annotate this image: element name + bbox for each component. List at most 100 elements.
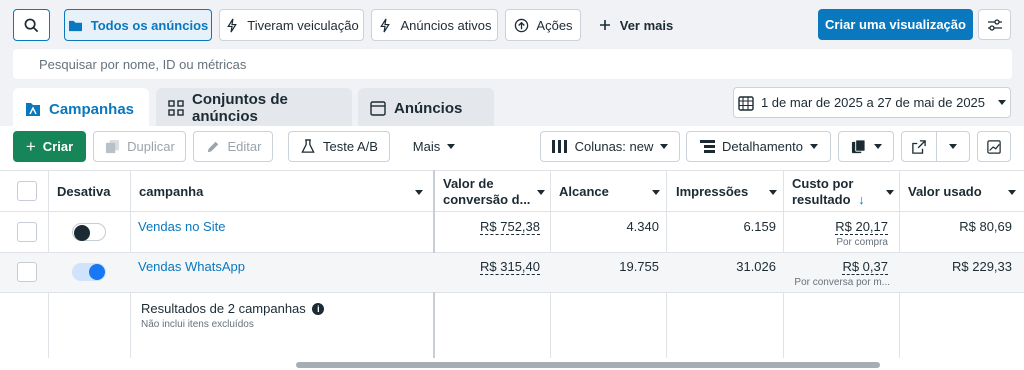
settings-sliders-button[interactable]: [978, 9, 1011, 40]
cell-impressoes: 6.159: [743, 219, 776, 234]
filter-todos-anuncios[interactable]: Todos os anúncios: [64, 9, 212, 41]
columns-icon: [552, 139, 568, 155]
sort-caret-icon: [652, 190, 660, 195]
cell-valor-conversao: R$ 315,40: [480, 259, 540, 275]
ver-mais-label: Ver mais: [619, 17, 674, 33]
cell-alcance: 4.340: [626, 219, 659, 234]
campaign-toggle[interactable]: [72, 263, 106, 281]
filter-tiveram-label: Tiveram veiculação: [247, 17, 359, 33]
campaign-folder-icon: [25, 101, 41, 117]
plus-icon: +: [25, 136, 36, 156]
tab-anuncios[interactable]: Anúncios: [358, 88, 494, 128]
ver-mais-button[interactable]: Ver mais: [592, 9, 678, 41]
breakdown-icon: [699, 139, 715, 155]
summary-subtitle: Não inclui itens excluídos: [141, 319, 254, 330]
tab-conjuntos[interactable]: Conjuntos de anúncios: [156, 88, 352, 128]
grid-icon: [168, 100, 184, 116]
toggle-knob: [89, 264, 105, 280]
criar-visualizacao-button[interactable]: Criar uma visualização: [818, 9, 973, 40]
mais-button[interactable]: Mais: [401, 131, 467, 162]
summary-title: Resultados de 2 campanhas i: [141, 301, 325, 316]
cell-valor-usado: R$ 80,69: [959, 219, 1012, 234]
info-icon[interactable]: i: [312, 303, 325, 315]
external-link-icon: [911, 139, 927, 155]
cell-valor-conversao: R$ 752,38: [480, 219, 540, 235]
header-custo-resultado[interactable]: Custo por resultado ↓: [792, 176, 894, 208]
toggle-knob: [74, 225, 90, 241]
detalhamento-button[interactable]: Detalhamento: [686, 131, 831, 162]
filter-acoes[interactable]: Ações: [505, 9, 581, 41]
row-checkbox[interactable]: [17, 262, 37, 282]
header-alcance[interactable]: Alcance: [559, 184, 660, 200]
mais-label: Mais: [412, 139, 441, 154]
criar-visualizacao-label: Criar uma visualização: [825, 17, 966, 32]
header-custo-line1: Custo por: [792, 176, 854, 191]
cell-custo-sub: Por conversa por m...: [794, 277, 890, 288]
arrow-up-circle-icon: [513, 17, 529, 33]
editar-button[interactable]: Editar: [193, 131, 273, 162]
select-all-checkbox[interactable]: [17, 181, 37, 201]
header-impressoes[interactable]: Impressões: [676, 184, 777, 200]
chevron-down-icon: [660, 144, 669, 149]
date-range-label: 1 de mar de 2025 a 27 de mai de 2025: [760, 95, 986, 110]
chevron-down-icon: [809, 144, 818, 149]
export-button[interactable]: [901, 131, 937, 162]
colunas-button[interactable]: Colunas: new: [540, 131, 680, 162]
filter-ativos-label: Anúncios ativos: [400, 17, 492, 33]
campaign-name-link[interactable]: Vendas WhatsApp: [138, 259, 245, 274]
header-valor-line1: Valor de: [443, 176, 494, 191]
duplicate-icon: [104, 139, 120, 155]
filter-acoes-label: Ações: [536, 17, 573, 33]
header-valor-usado[interactable]: Valor usado: [908, 184, 1016, 200]
sort-caret-icon: [769, 190, 777, 195]
row-border: [0, 292, 1024, 293]
cell-alcance: 19.755: [619, 259, 659, 274]
teste-ab-button[interactable]: Teste A/B: [288, 131, 390, 162]
header-valor-line2: conversão d...: [443, 192, 531, 207]
criar-button[interactable]: + Criar: [13, 131, 86, 162]
header-impressoes-label: Impressões: [676, 184, 749, 199]
row-checkbox[interactable]: [17, 222, 37, 242]
header-alcance-label: Alcance: [559, 184, 609, 199]
header-valor-conversao[interactable]: Valor de conversão d...: [443, 176, 545, 208]
header-custo-line2: resultado ↓: [792, 192, 865, 207]
plus-icon: [597, 17, 613, 33]
campaign-name-link[interactable]: Vendas no Site: [138, 219, 225, 234]
duplicar-button[interactable]: Duplicar: [93, 131, 186, 162]
duplicar-label: Duplicar: [127, 139, 175, 154]
lightning-icon: [224, 17, 240, 33]
sliders-icon: [987, 17, 1003, 33]
tab-campanhas[interactable]: Campanhas: [13, 88, 149, 130]
header-campanha-label: campanha: [139, 184, 204, 199]
filter-tiveram-veiculacao[interactable]: Tiveram veiculação: [219, 9, 364, 41]
campaign-toggle[interactable]: [72, 223, 106, 241]
campaigns-panel: [0, 126, 1024, 370]
chevron-down-icon: [873, 144, 882, 149]
reports-icon: [851, 139, 867, 155]
cell-valor-usado: R$ 229,33: [952, 259, 1012, 274]
export-dropdown-button[interactable]: [936, 131, 970, 162]
criar-label: Criar: [42, 139, 74, 154]
reports-button[interactable]: [838, 131, 894, 162]
calendar-icon: [738, 95, 754, 111]
colunas-label: Colunas: new: [574, 139, 654, 154]
tab-conjuntos-label: Conjuntos de anúncios: [192, 91, 288, 125]
date-range-picker[interactable]: 1 de mar de 2025 a 27 de mai de 2025: [733, 87, 1011, 118]
header-campanha[interactable]: campanha: [139, 184, 427, 200]
search-button[interactable]: [13, 9, 50, 41]
search-input[interactable]: Pesquisar por nome, ID ou métricas: [13, 49, 1012, 79]
pencil-icon: [205, 139, 221, 155]
teste-label: Teste A/B: [323, 139, 378, 154]
header-valor-usado-label: Valor usado: [908, 184, 982, 199]
filter-anuncios-ativos[interactable]: Anúncios ativos: [371, 9, 498, 41]
filter-todos-label: Todos os anúncios: [90, 17, 209, 33]
header-desativa[interactable]: Desativa: [57, 184, 110, 200]
chart-view-button[interactable]: [977, 131, 1011, 162]
cell-custo: R$ 0,37: [842, 259, 888, 275]
chevron-down-icon: [447, 144, 456, 149]
sort-caret-icon: [1008, 190, 1016, 195]
horizontal-scrollbar-thumb[interactable]: [296, 362, 880, 368]
cell-impressoes: 31.026: [736, 259, 776, 274]
header-bottom-border: [0, 211, 1024, 212]
search-icon: [24, 17, 40, 33]
